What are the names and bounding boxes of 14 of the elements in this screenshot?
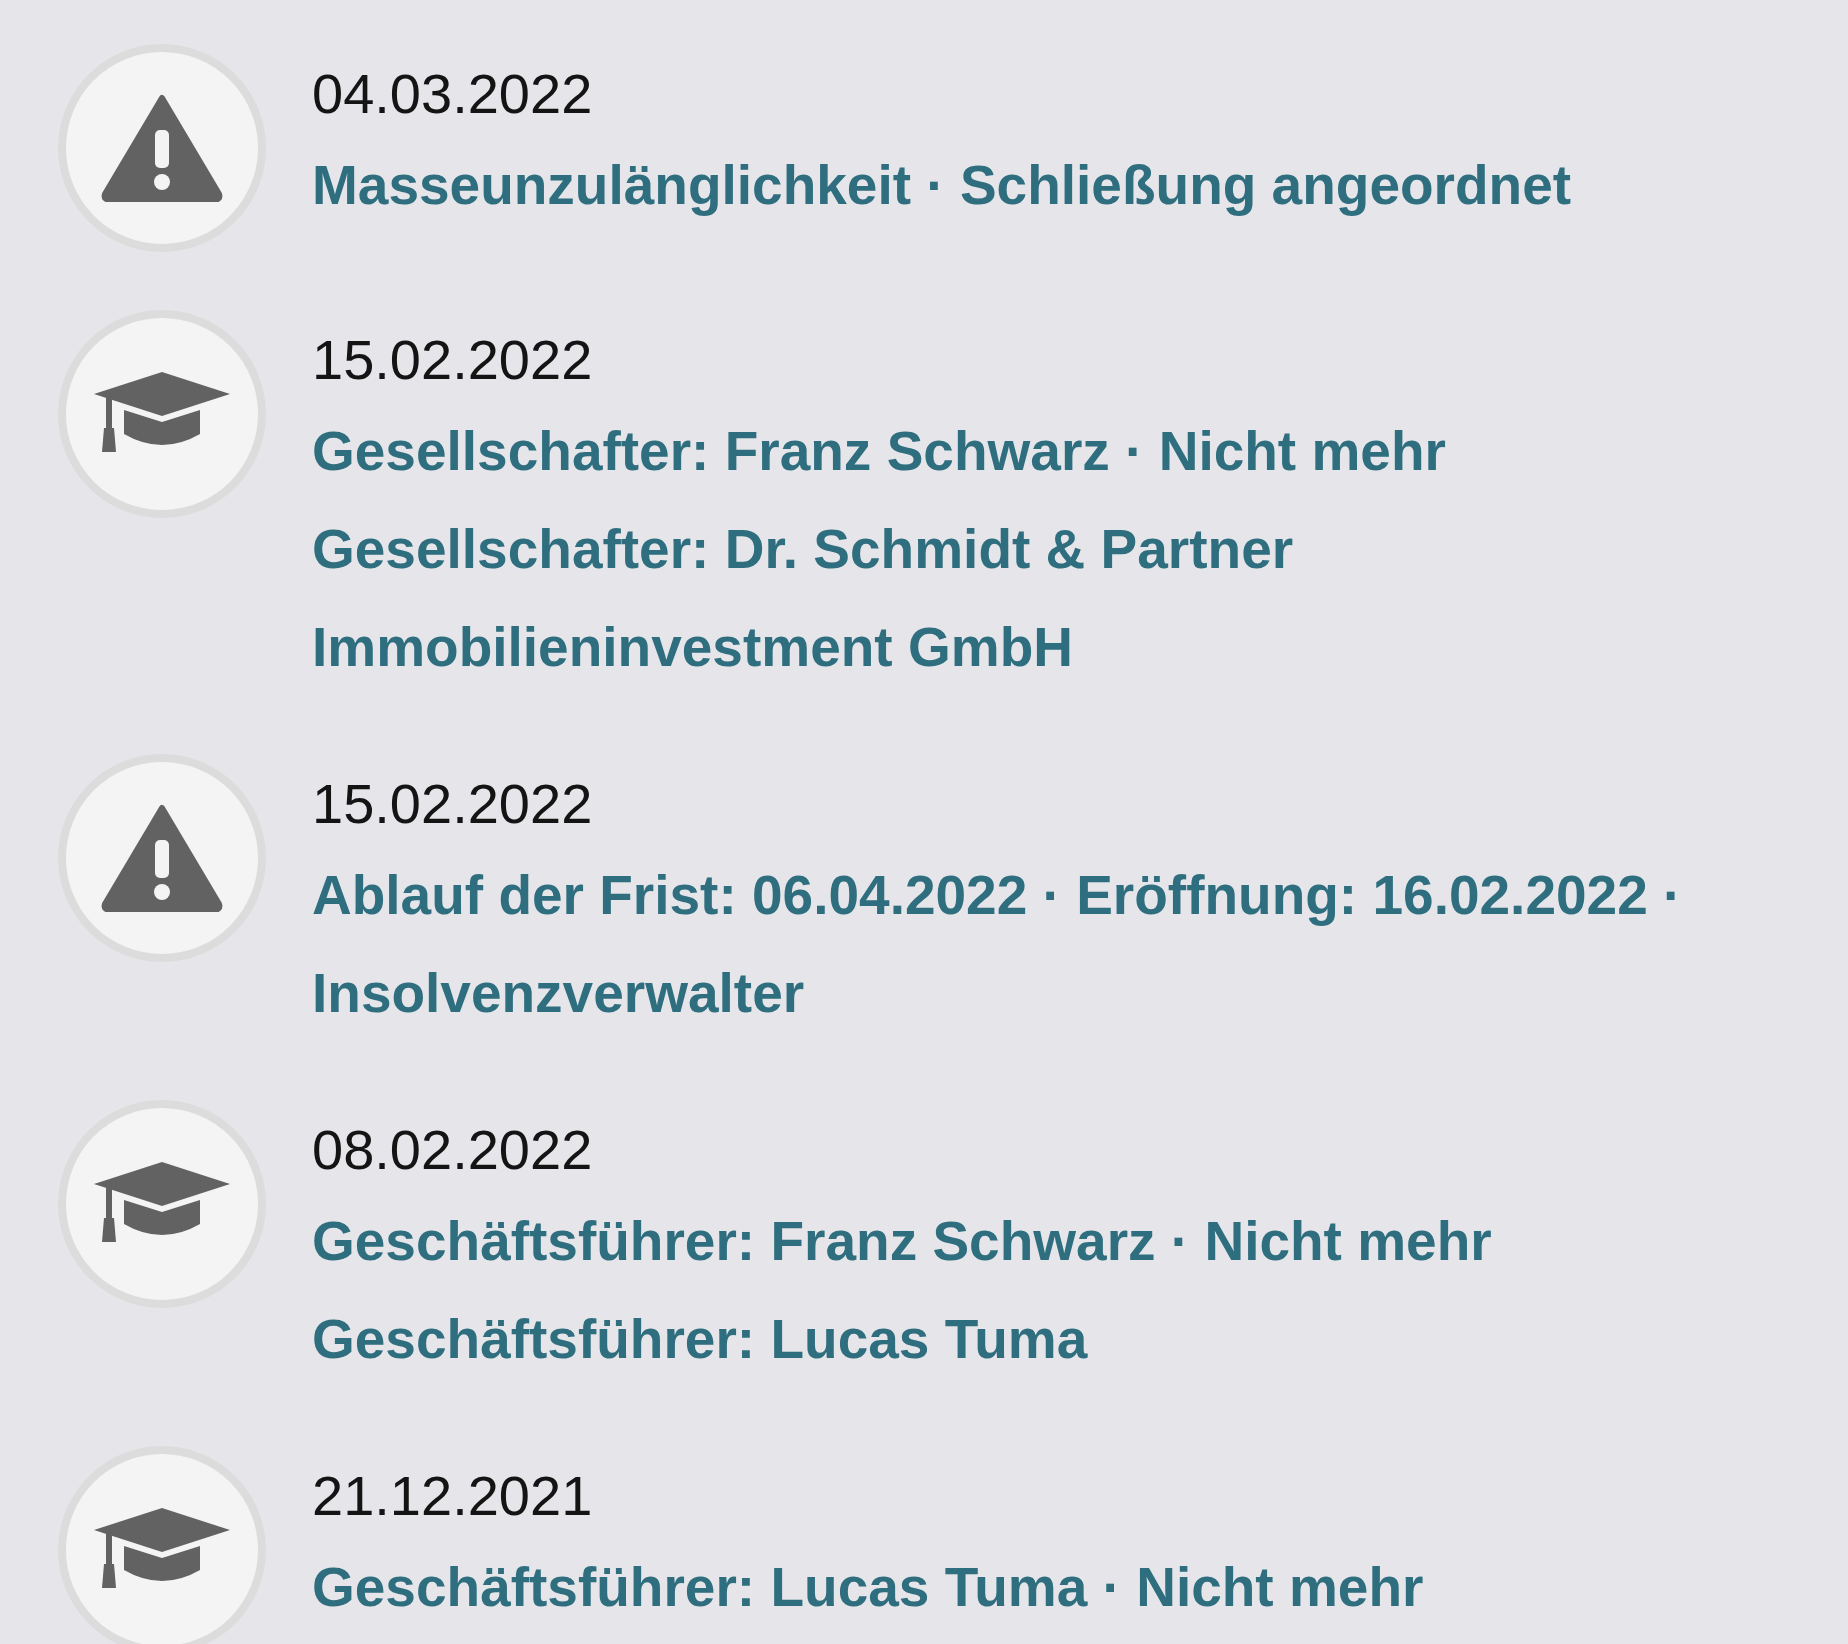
- entry-title[interactable]: Gesellschafter: Dr. Schmidt & Partner Immobilieninvestment GmbH: [312, 500, 1838, 696]
- entry-date: 21.12.2021: [312, 1463, 594, 1529]
- entry-date: 04.03.2022: [312, 61, 594, 127]
- warning-icon: [101, 804, 223, 912]
- entry-title[interactable]: Geschäftsführer: Lucas Tuma · Nicht mehr: [312, 1538, 1424, 1636]
- entry-title[interactable]: Geschäftsführer: Lucas Tuma: [312, 1290, 1492, 1388]
- entry-title[interactable]: Masseunzulänglichkeit · Schließung angeordnet: [312, 136, 1572, 234]
- entry-date: 08.02.2022: [312, 1117, 594, 1183]
- entry-date: 15.02.2022: [312, 771, 594, 837]
- entry-title[interactable]: Geschäftsführer: Franz Schwarz · Nicht mehr: [312, 1192, 1492, 1290]
- entry-date: 15.02.2022: [312, 327, 594, 393]
- entry-title[interactable]: Gesellschafter: Franz Schwarz · Nicht mehr: [312, 402, 1838, 500]
- entry-title[interactable]: Ablauf der Frist: 06.04.2022 · Eröffnung: 16.02.2022 · Insolvenzverwalter: [312, 846, 1838, 1042]
- warning-icon: [101, 94, 223, 202]
